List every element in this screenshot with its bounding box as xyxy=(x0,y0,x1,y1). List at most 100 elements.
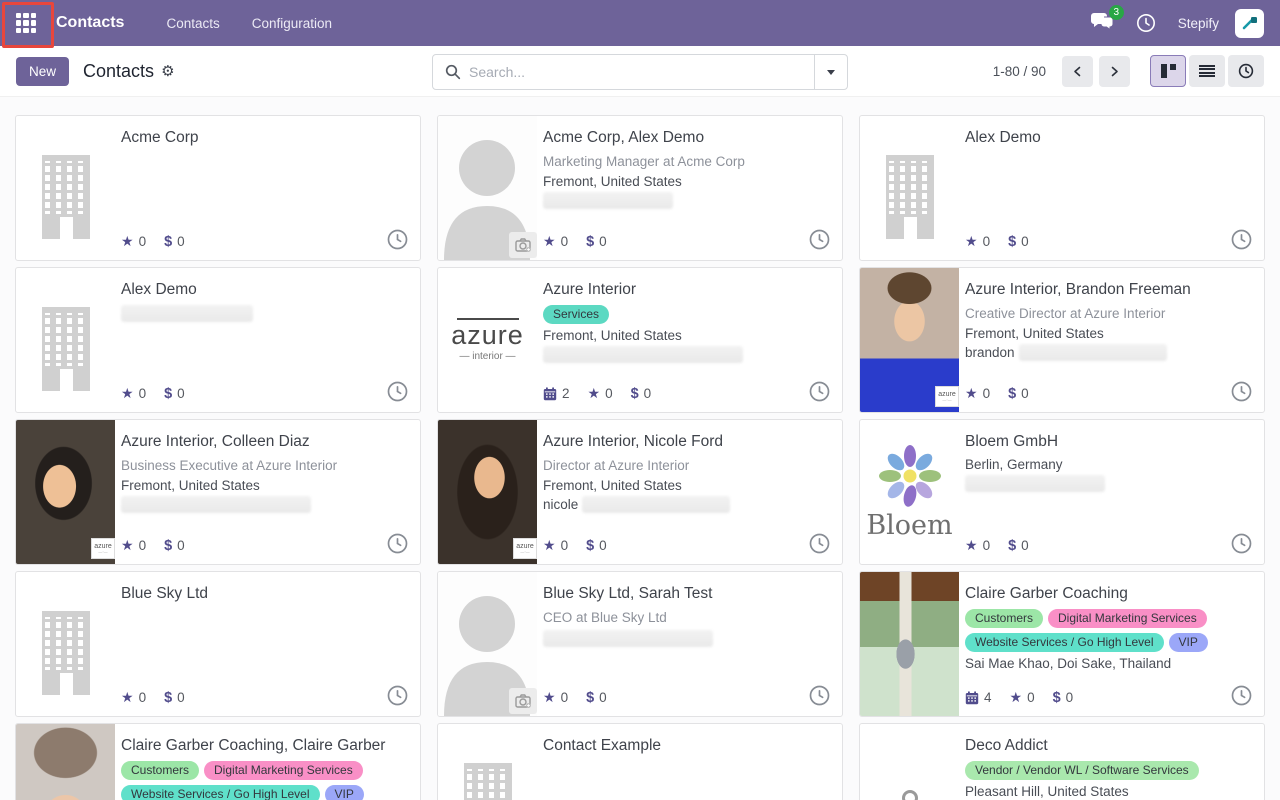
camera-icon[interactable] xyxy=(509,688,537,714)
star-icon xyxy=(965,233,978,250)
star-icon xyxy=(543,233,556,250)
opportunity-star-count[interactable]: 0 xyxy=(965,537,990,554)
contact-card[interactable]: Blue Sky Ltd 00 xyxy=(15,571,421,717)
contact-card[interactable]: Acme Corp, Alex Demo Marketing Manager a… xyxy=(437,115,843,261)
activity-view-button[interactable] xyxy=(1228,55,1264,87)
kanban-view-button[interactable] xyxy=(1150,55,1186,87)
redacted-email-blur xyxy=(543,630,713,647)
chevron-left-icon xyxy=(1072,66,1083,77)
meeting-count[interactable]: 4 xyxy=(965,690,992,705)
activity-clock-icon[interactable] xyxy=(1231,685,1252,706)
search-input[interactable] xyxy=(469,64,814,80)
app-title[interactable]: Contacts xyxy=(56,14,124,32)
contact-card[interactable]: Blue Sky Ltd, Sarah Test CEO at Blue Sky… xyxy=(437,571,843,717)
activity-clock-icon[interactable] xyxy=(1231,381,1252,402)
dollar-icon xyxy=(1008,538,1016,554)
user-avatar[interactable] xyxy=(1235,9,1264,38)
company-switcher[interactable]: Stepify xyxy=(1178,16,1219,31)
contact-card[interactable]: Azure Interior, Brandon Freeman Creative… xyxy=(859,267,1265,413)
opportunity-star-count[interactable]: 0 xyxy=(588,385,613,402)
activity-clock-icon[interactable] xyxy=(809,533,830,554)
new-button[interactable]: New xyxy=(16,57,69,86)
list-view-icon xyxy=(1199,65,1215,78)
sales-amount[interactable]: 0 xyxy=(586,234,607,250)
control-panel: New Contacts 1-80 / 90 xyxy=(0,46,1280,97)
opportunity-star-count[interactable]: 0 xyxy=(121,385,146,402)
star-icon xyxy=(121,689,134,706)
contact-name: Deco Addict xyxy=(965,736,1250,757)
activity-clock-icon[interactable] xyxy=(387,381,408,402)
sales-amount[interactable]: 0 xyxy=(1008,538,1029,554)
contact-card[interactable]: Deco Addict Vendor / Vendor WL / Softwar… xyxy=(859,723,1265,800)
opportunity-star-count[interactable]: 0 xyxy=(121,537,146,554)
contact-card[interactable]: Bloem Bloem GmbH Berlin, Germany 00 xyxy=(859,419,1265,565)
user-avatar-logo-icon xyxy=(1241,14,1259,32)
opportunity-star-count[interactable]: 0 xyxy=(543,233,568,250)
sales-amount[interactable]: 0 xyxy=(164,234,185,250)
contact-card[interactable]: Contact Example xyxy=(437,723,843,800)
sales-amount[interactable]: 0 xyxy=(631,386,652,402)
sales-amount[interactable]: 0 xyxy=(1008,386,1029,402)
contact-card[interactable]: Claire Garber Coaching, Claire Garber Cu… xyxy=(15,723,421,800)
contact-card[interactable]: Acme Corp 00 xyxy=(15,115,421,261)
contact-name: Azure Interior xyxy=(543,280,828,301)
contact-card[interactable]: Alex Demo 00 xyxy=(15,267,421,413)
star-icon xyxy=(121,233,134,250)
dollar-icon xyxy=(1008,234,1016,250)
opportunity-star-count[interactable]: 0 xyxy=(543,689,568,706)
redacted-email-blur xyxy=(1019,344,1167,361)
azure-logo: azure — interior — xyxy=(438,268,537,412)
contact-stats: 00 xyxy=(965,233,1029,250)
contact-subtitle: Director at Azure Interior xyxy=(543,457,828,475)
statue-icon xyxy=(860,724,959,800)
opportunity-star-count[interactable]: 0 xyxy=(543,537,568,554)
activity-clock-icon[interactable] xyxy=(387,229,408,250)
building-icon xyxy=(42,611,90,695)
dollar-icon xyxy=(164,690,172,706)
sales-amount[interactable]: 0 xyxy=(586,690,607,706)
contact-subtitle: Marketing Manager at Acme Corp xyxy=(543,153,828,171)
opportunity-star-count[interactable]: 0 xyxy=(965,233,990,250)
menu-contacts[interactable]: Contacts xyxy=(152,0,233,46)
contact-card[interactable]: azure — interior — Azure Interior Servic… xyxy=(437,267,843,413)
activity-clock-icon[interactable] xyxy=(1231,229,1252,250)
menu-configuration[interactable]: Configuration xyxy=(238,0,346,46)
pager-prev-button[interactable] xyxy=(1062,56,1093,87)
sales-amount[interactable]: 0 xyxy=(164,690,185,706)
contact-email: brandon xyxy=(965,344,1250,361)
activity-clock-icon[interactable] xyxy=(387,533,408,554)
contact-card[interactable]: Claire Garber Coaching CustomersDigital … xyxy=(859,571,1265,717)
gear-icon[interactable] xyxy=(161,62,174,80)
meeting-count[interactable]: 2 xyxy=(543,386,570,401)
search-bar xyxy=(432,54,848,90)
activity-clock-icon[interactable] xyxy=(809,685,830,706)
contact-location: Fremont, United States xyxy=(121,478,406,493)
contact-card[interactable]: Alex Demo 00 xyxy=(859,115,1265,261)
sales-amount[interactable]: 0 xyxy=(1053,690,1074,706)
sales-amount[interactable]: 0 xyxy=(164,538,185,554)
activity-clock-icon[interactable] xyxy=(809,381,830,402)
opportunity-star-count[interactable]: 0 xyxy=(121,689,146,706)
pager-next-button[interactable] xyxy=(1099,56,1130,87)
activity-clock-icon[interactable] xyxy=(387,685,408,706)
apps-menu-button[interactable] xyxy=(0,0,52,46)
messages-button[interactable]: 3 xyxy=(1084,7,1120,40)
camera-icon[interactable] xyxy=(509,232,537,258)
building-icon xyxy=(438,724,537,800)
list-view-button[interactable] xyxy=(1189,55,1225,87)
contact-card[interactable]: Azure Interior, Colleen Diaz Business Ex… xyxy=(15,419,421,565)
breadcrumb[interactable]: Contacts xyxy=(83,61,154,82)
opportunity-star-count[interactable]: 0 xyxy=(1010,689,1035,706)
opportunity-star-count[interactable]: 0 xyxy=(965,385,990,402)
activity-clock-icon[interactable] xyxy=(1231,533,1252,554)
opportunity-star-count[interactable]: 0 xyxy=(121,233,146,250)
contact-card[interactable]: Azure Interior, Nicole Ford Director at … xyxy=(437,419,843,565)
search-dropdown-button[interactable] xyxy=(814,55,847,89)
activity-clock-icon[interactable] xyxy=(809,229,830,250)
contact-email xyxy=(543,346,828,363)
sales-amount[interactable]: 0 xyxy=(164,386,185,402)
sales-amount[interactable]: 0 xyxy=(1008,234,1029,250)
activities-button[interactable] xyxy=(1130,9,1162,37)
contact-subtitle: Business Executive at Azure Interior xyxy=(121,457,406,475)
sales-amount[interactable]: 0 xyxy=(586,538,607,554)
